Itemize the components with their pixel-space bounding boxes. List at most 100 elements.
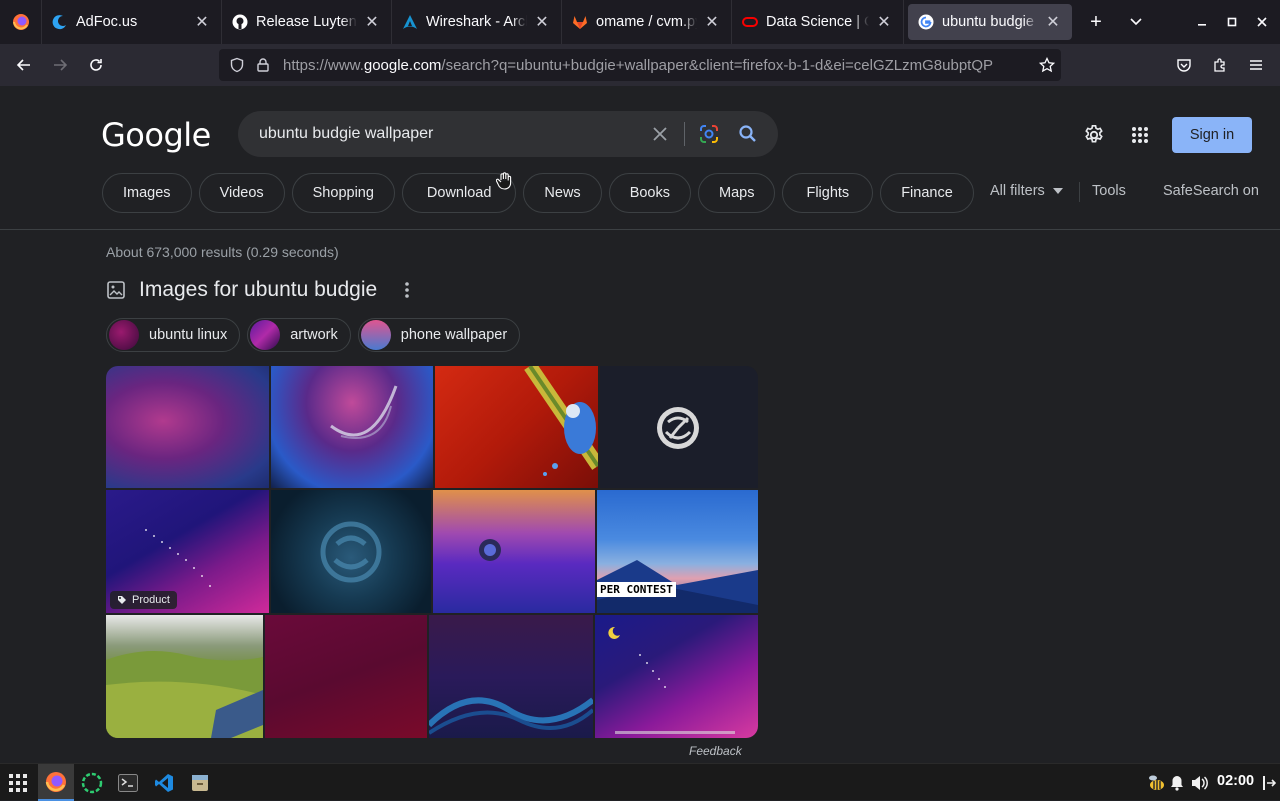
tab-cvm[interactable]: omame / cvm.py ✕ [562, 0, 732, 44]
safesearch-button[interactable]: SafeSearch on [1163, 183, 1259, 199]
close-icon [1257, 17, 1267, 27]
refine-thumbnail [109, 320, 139, 350]
maximize-button[interactable] [1217, 0, 1247, 44]
tab-adfocus[interactable]: AdFoc.us ✕ [42, 0, 222, 44]
pocket-icon [1177, 59, 1191, 72]
firefox-view-button[interactable] [0, 0, 42, 44]
image-result[interactable] [106, 615, 263, 738]
sign-in-button[interactable]: Sign in [1172, 117, 1252, 153]
close-tab-icon[interactable]: ✕ [363, 12, 381, 32]
close-tab-icon[interactable]: ✕ [1044, 12, 1062, 32]
image-result[interactable] [106, 366, 269, 488]
chip-books[interactable]: Books [608, 173, 691, 213]
chip-finance[interactable]: Finance [880, 173, 974, 213]
terminal-icon [118, 773, 138, 792]
refine-thumbnail [250, 320, 281, 350]
search-filter-chips: Images Videos Shopping Download News Boo… [102, 173, 974, 213]
images-heading-text[interactable]: Images for ubuntu budgie [139, 278, 377, 302]
search-input[interactable] [259, 125, 639, 143]
image-result[interactable] [429, 615, 593, 738]
url-bar[interactable]: https://www.google.com/search?q=ubuntu+b… [219, 49, 1061, 81]
spinner-icon [81, 772, 103, 793]
refine-phone-wallpaper[interactable]: phone wallpaper [357, 318, 521, 352]
refine-artwork[interactable]: artwork [247, 318, 351, 352]
tab-oracle[interactable]: Data Science | Ora ✕ [732, 0, 904, 44]
arrow-left-icon [16, 59, 30, 71]
firefox-icon [45, 771, 66, 792]
chip-flights[interactable]: Flights [782, 173, 874, 213]
lens-search-button[interactable] [691, 111, 727, 157]
list-all-tabs-button[interactable] [1116, 0, 1156, 44]
chip-shopping[interactable]: Shopping [291, 173, 395, 213]
google-header: Google Sign in Images Videos Shopping [0, 86, 1280, 230]
tab-wireshark[interactable]: Wireshark - Arch L ✕ [392, 0, 562, 44]
taskbar-clock[interactable]: 02:00 [1217, 773, 1254, 789]
result-stats: About 673,000 results (0.29 seconds) [106, 244, 339, 260]
taskbar-loading-app[interactable] [74, 764, 110, 801]
clear-search-button[interactable] [642, 111, 678, 157]
image-result[interactable]: Product [106, 490, 269, 613]
settings-button[interactable] [1080, 121, 1108, 149]
caret-down-icon [1052, 188, 1063, 194]
image-result[interactable] [435, 366, 598, 488]
chip-news[interactable]: News [523, 173, 602, 213]
close-tab-icon[interactable]: ✕ [193, 12, 211, 32]
navigation-toolbar: https://www.google.com/search?q=ubuntu+b… [0, 44, 1280, 86]
close-tab-icon[interactable]: ✕ [703, 12, 721, 32]
product-tag: Product [110, 591, 177, 609]
chevron-down-icon [1130, 18, 1142, 26]
image-result[interactable]: PER CONTEST [597, 490, 758, 613]
search-submit-button[interactable] [730, 111, 766, 157]
tab-google-search[interactable]: ubuntu budgie wal ✕ [908, 4, 1072, 40]
taskbar-firefox[interactable] [38, 764, 74, 801]
hamburger-menu-icon [1250, 60, 1262, 70]
pocket-button[interactable] [1166, 47, 1202, 83]
google-apps-button[interactable] [1126, 121, 1154, 149]
taskbar-files[interactable] [182, 764, 218, 801]
forward-button[interactable] [42, 47, 78, 83]
image-result[interactable] [271, 490, 431, 613]
reload-button[interactable] [78, 47, 114, 83]
gear-icon [1085, 125, 1103, 143]
image-result[interactable] [600, 366, 758, 488]
close-tab-icon[interactable]: ✕ [875, 12, 893, 32]
chip-images[interactable]: Images [102, 173, 192, 213]
image-icon [107, 281, 125, 299]
extensions-button[interactable] [1202, 47, 1238, 83]
taskbar-vscode[interactable] [146, 764, 182, 801]
logout-button[interactable] [1258, 764, 1280, 801]
back-button[interactable] [6, 47, 42, 83]
close-tab-icon[interactable]: ✕ [533, 12, 551, 32]
tray-volume[interactable] [1187, 764, 1213, 801]
github-icon [232, 14, 248, 30]
bee-icon [1149, 775, 1164, 790]
feedback-link[interactable]: Feedback [689, 744, 742, 758]
tab-luytenx[interactable]: Release LuytenX | x ✕ [222, 0, 392, 44]
google-results-page: Google Sign in Images Videos Shopping [0, 86, 1280, 763]
app-menu-button[interactable] [1238, 47, 1274, 83]
all-filters-button[interactable]: All filters [990, 183, 1063, 199]
hand-cursor-icon [496, 172, 512, 190]
tools-button[interactable]: Tools [1092, 183, 1126, 199]
taskbar-terminal[interactable] [110, 764, 146, 801]
app-launcher-button[interactable] [0, 764, 36, 801]
image-result[interactable] [271, 366, 433, 488]
chip-videos[interactable]: Videos [198, 173, 285, 213]
image-result[interactable] [595, 615, 758, 738]
minimize-icon [1198, 24, 1206, 26]
bookmark-star-icon[interactable] [1039, 57, 1055, 73]
new-tab-button[interactable]: + [1076, 0, 1116, 44]
google-logo[interactable]: Google [101, 116, 211, 154]
refine-ubuntu-linux[interactable]: ubuntu linux [106, 318, 241, 352]
close-window-button[interactable] [1247, 0, 1277, 44]
image-result[interactable] [265, 615, 427, 738]
more-options-icon[interactable] [405, 282, 409, 298]
minimize-button[interactable] [1187, 0, 1217, 44]
images-section-heading: Images for ubuntu budgie [106, 278, 409, 302]
arch-icon [402, 14, 418, 30]
gitlab-icon [572, 14, 588, 30]
plus-icon: + [1090, 10, 1102, 33]
chip-maps[interactable]: Maps [698, 173, 776, 213]
tab-bar: AdFoc.us ✕ Release LuytenX | x ✕ Wiresha… [0, 0, 1280, 44]
image-result[interactable] [433, 490, 595, 613]
